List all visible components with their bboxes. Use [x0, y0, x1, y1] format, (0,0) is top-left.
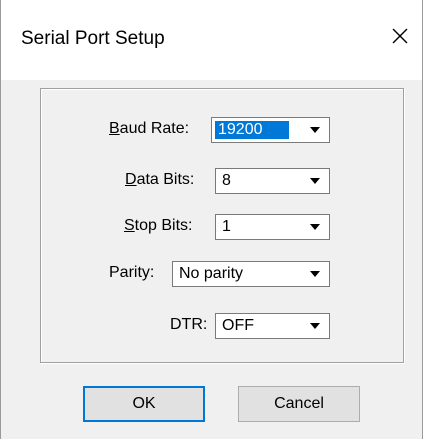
stop-bits-label-text: top Bits:: [134, 217, 193, 234]
ok-button[interactable]: OK: [83, 386, 205, 422]
chevron-down-icon[interactable]: [302, 216, 328, 238]
baud-rate-label: Baud Rate:: [109, 120, 189, 138]
baud-rate-select[interactable]: 19200: [211, 117, 330, 143]
cancel-button[interactable]: Cancel: [238, 386, 360, 422]
chevron-down-icon[interactable]: [302, 170, 328, 192]
window-title: Serial Port Setup: [21, 28, 165, 49]
parity-label: Parity:: [109, 264, 155, 281]
baud-rate-label-text: aud Rate:: [119, 120, 190, 137]
serial-port-setup-dialog: Serial Port Setup Baud Rate: 19200 Data …: [0, 0, 423, 439]
chevron-down-icon[interactable]: [302, 263, 328, 285]
parity-select[interactable]: No parity: [172, 261, 330, 287]
stop-bits-accelerator: S: [124, 217, 135, 234]
data-bits-label-text: ata Bits:: [136, 171, 195, 188]
dtr-label: DTR:: [170, 316, 208, 333]
title-bar[interactable]: Serial Port Setup: [1, 0, 422, 80]
baud-rate-accelerator: B: [109, 120, 120, 137]
stop-bits-value: 1: [222, 218, 231, 235]
chevron-down-icon[interactable]: [302, 315, 328, 337]
data-bits-label: Data Bits:: [125, 171, 194, 189]
data-bits-select[interactable]: 8: [215, 168, 330, 194]
parity-value: No parity: [179, 265, 244, 282]
data-bits-accelerator: D: [125, 171, 137, 188]
dtr-select[interactable]: OFF: [215, 313, 330, 339]
chevron-down-icon[interactable]: [302, 119, 328, 141]
stop-bits-select[interactable]: 1: [215, 214, 330, 240]
close-icon: [391, 27, 409, 50]
stop-bits-label: Stop Bits:: [124, 217, 192, 235]
dtr-value: OFF: [222, 317, 254, 334]
data-bits-value: 8: [222, 172, 231, 189]
baud-rate-value: 19200: [215, 121, 289, 139]
close-button[interactable]: [382, 20, 418, 56]
